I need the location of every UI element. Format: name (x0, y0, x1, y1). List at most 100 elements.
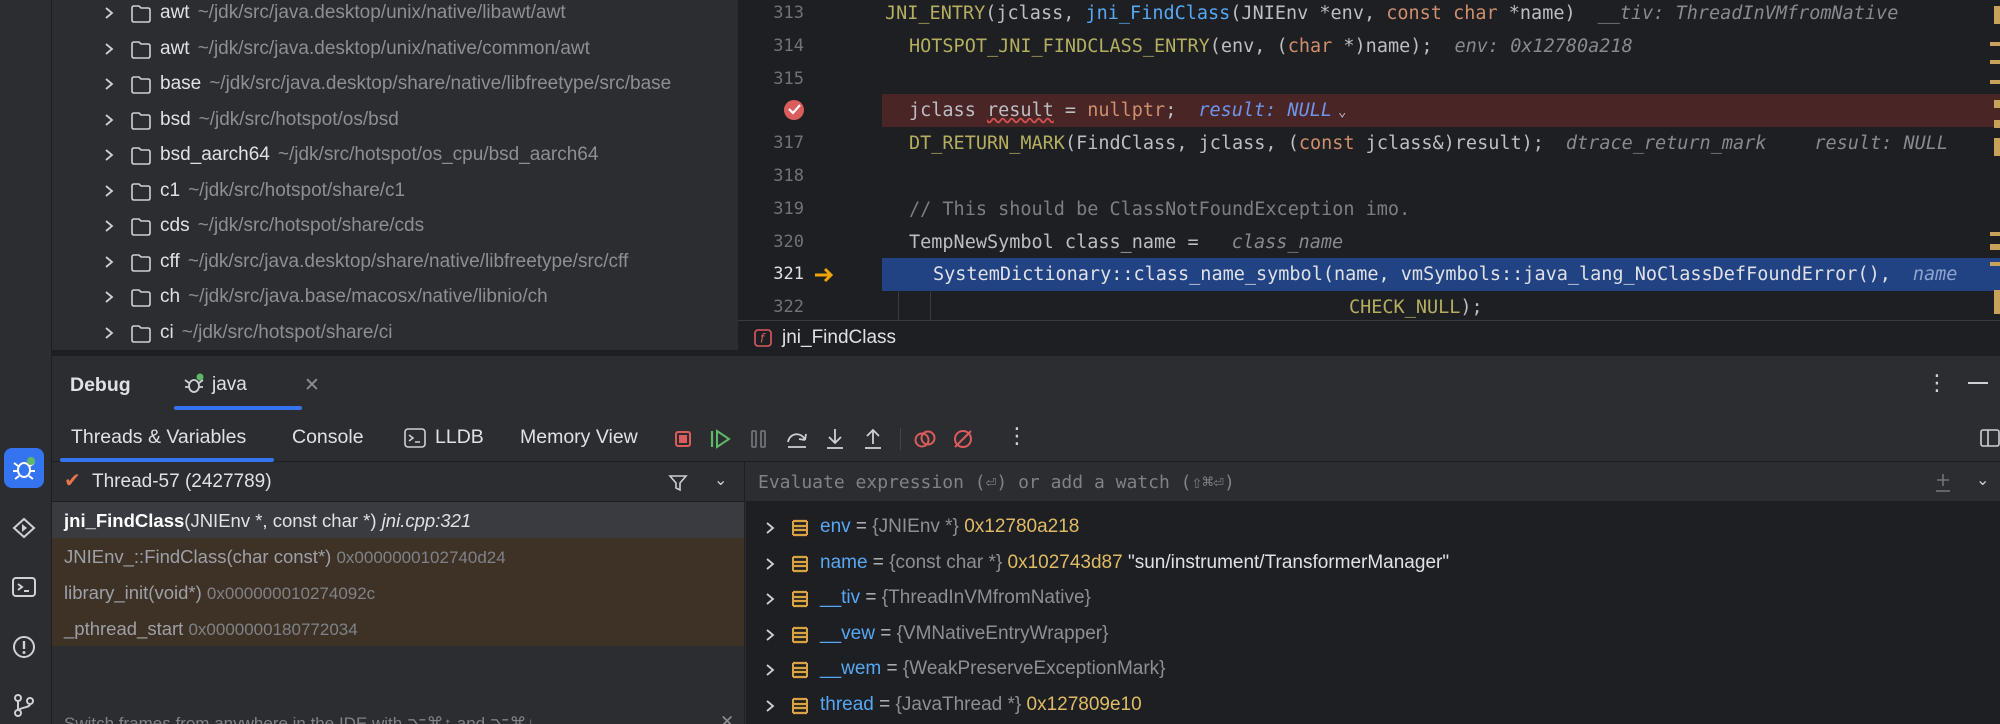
tree-item-name: ch (160, 286, 181, 307)
more-icon[interactable]: ⋮ (1006, 423, 1028, 449)
chevron-right-icon[interactable] (102, 218, 116, 234)
code-text: DT_RETURN_MARK(FindClass, jclass, (const… (909, 133, 1949, 154)
code-line-317[interactable]: 317 DT_RETURN_MARK(FindClass, jclass, (c… (738, 127, 2000, 160)
tree-row[interactable]: awt ~/jdk/src/java.desktop/unix/native/co… (52, 32, 738, 67)
exec-gutter: 321 (738, 258, 882, 291)
chevron-down-icon[interactable]: ⌄ (714, 470, 727, 490)
bug-icon (13, 457, 35, 480)
problems-tool-button[interactable] (4, 627, 44, 667)
chevron-right-icon[interactable] (102, 289, 116, 305)
breakpoint-icon[interactable] (782, 98, 806, 122)
tree-item-name: ci (160, 321, 174, 343)
chevron-right-icon[interactable] (102, 147, 116, 163)
tree-row[interactable]: ci ~/jdk/src/hotspot/share/ci (52, 316, 738, 351)
chevron-right-icon[interactable] (764, 662, 776, 678)
frame-row[interactable]: library_init(void*) 0x000000010274092c (52, 574, 744, 610)
variable-value: 0x12780a218 (964, 516, 1080, 537)
variable-type: {JavaThread *} (895, 693, 1022, 715)
step-out-icon[interactable] (860, 426, 886, 452)
tree-item-path: ~/jdk/src/hotspot/share/ci (181, 321, 393, 343)
close-icon[interactable]: ✕ (720, 712, 734, 724)
run-tool-button[interactable] (4, 508, 44, 548)
tool-window-strip (0, 0, 52, 724)
frame-row-selected[interactable]: jni_FindClass(JNIEnv *, const char *) jn… (52, 502, 744, 538)
variable-row[interactable]: __tiv = {ThreadInVMfromNative} (746, 580, 2000, 616)
step-over-icon[interactable] (784, 426, 810, 452)
tree-row[interactable]: bsd_aarch64 ~/jdk/src/hotspot/os_cpu/bsd_… (52, 138, 738, 173)
thread-name: Thread-57 (2427789) (92, 471, 272, 492)
stop-icon[interactable] (670, 426, 696, 452)
code-line-319[interactable]: 319 // This should be ClassNotFoundExcep… (738, 193, 2000, 226)
code-line-321-execution-point[interactable]: SystemDictionary::class_name_symbol(name… (882, 258, 2000, 291)
minimize-icon[interactable] (1968, 382, 1988, 384)
chevron-right-icon[interactable] (764, 627, 776, 643)
resume-icon[interactable] (708, 426, 734, 452)
frame-row[interactable]: _pthread_start 0x0000000180772034 (52, 610, 744, 646)
mute-breakpoints-icon[interactable] (950, 426, 976, 452)
chevron-right-icon[interactable] (102, 112, 116, 128)
layout-icon[interactable] (1980, 428, 2000, 448)
chevron-right-icon[interactable] (102, 325, 116, 341)
code-line-315[interactable]: 315 (738, 63, 2000, 96)
variable-row[interactable]: __vew = {VMNativeEntryWrapper} (746, 616, 2000, 652)
frame-row[interactable]: JNIEnv_::FindClass(char const*) 0x000000… (52, 538, 744, 574)
variable-name: thread (820, 693, 874, 715)
frames-pane: ✔ Thread-57 (2427789) ⌄ jni_FindClass(JN… (52, 462, 745, 724)
chevron-right-icon[interactable] (102, 41, 116, 57)
session-tab-java[interactable]: java ✕ (172, 366, 336, 411)
scrollbar-markers[interactable] (1986, 0, 2000, 320)
code-line-313[interactable]: 313 JNI_ENTRY(jclass, jni_FindClass(JNIE… (738, 0, 2000, 30)
view-breakpoints-icon[interactable] (912, 426, 938, 452)
chevron-right-icon[interactable] (102, 76, 116, 92)
code-line-316-breakpoint[interactable]: jclass result = nullptr; result: NULL ⌄ (882, 94, 2000, 127)
chevron-right-icon[interactable] (102, 183, 116, 199)
tree-row[interactable]: base ~/jdk/src/java.desktop/share/native/… (52, 67, 738, 102)
breadcrumb-function[interactable]: jni_FindClass (782, 327, 896, 349)
code-line-320[interactable]: 320 TempNewSymbol class_name = class_nam… (738, 226, 2000, 259)
tab-memory-view[interactable]: Memory View (520, 426, 638, 449)
bug-icon (184, 373, 204, 393)
variable-row[interactable]: env = {JNIEnv *} 0x12780a218 (746, 509, 2000, 545)
pause-icon[interactable] (746, 426, 772, 452)
close-icon[interactable]: ✕ (304, 374, 320, 397)
chevron-right-icon[interactable] (764, 698, 776, 714)
code-line-318[interactable]: 318 (738, 160, 2000, 193)
more-icon[interactable]: ⋮ (1926, 370, 1948, 396)
watch-icon[interactable] (1932, 472, 1954, 494)
code-line-314[interactable]: 314 HOTSPOT_JNI_FINDCLASS_ENTRY(env, (ch… (738, 30, 2000, 63)
line-number: 317 (773, 133, 804, 153)
tree-row[interactable]: awt ~/jdk/src/java.desktop/unix/native/li… (52, 0, 738, 31)
debug-tool-button[interactable] (4, 448, 44, 488)
variable-row[interactable]: thread = {JavaThread *} 0x127809e10 (746, 687, 2000, 723)
chevron-right-icon[interactable] (102, 254, 116, 270)
tree-row[interactable]: ch ~/jdk/src/java.base/macosx/native/libn… (52, 280, 738, 315)
terminal-tool-button[interactable] (4, 567, 44, 607)
tree-row[interactable]: cff ~/jdk/src/java.desktop/share/native/l… (52, 245, 738, 280)
variable-name: name (820, 551, 868, 573)
chevron-right-icon[interactable] (764, 591, 776, 607)
editor-breadcrumb[interactable]: f jni_FindClass (738, 320, 2000, 355)
variable-type: {ThreadInVMfromNative} (881, 587, 1091, 608)
chevron-right-icon[interactable] (764, 520, 776, 536)
tab-lldb[interactable]: LLDB (435, 426, 484, 449)
tab-threads-variables[interactable]: Threads & Variables (71, 426, 246, 449)
tab-console[interactable]: Console (292, 426, 364, 449)
chevron-right-icon[interactable] (764, 556, 776, 572)
tree-row[interactable]: bsd ~/jdk/src/hotspot/os/bsd (52, 103, 738, 138)
terminal-icon (404, 428, 426, 448)
code-editor[interactable]: 313 JNI_ENTRY(jclass, jni_FindClass(JNIE… (738, 0, 2000, 355)
filter-icon[interactable] (668, 473, 688, 493)
variable-row[interactable]: name = {const char *} 0x102743d87 "sun/i… (746, 545, 2000, 581)
step-into-icon[interactable] (822, 426, 848, 452)
folder-icon (131, 5, 151, 23)
tree-row[interactable]: c1 ~/jdk/src/hotspot/share/c1 (52, 174, 738, 209)
chevron-down-icon[interactable]: ⌄ (1976, 470, 1989, 490)
chevron-right-icon[interactable] (102, 5, 116, 21)
tree-row[interactable]: cds ~/jdk/src/hotspot/share/cds (52, 209, 738, 244)
git-tool-button[interactable] (4, 685, 44, 724)
tree-item-path: ~/jdk/src/hotspot/share/c1 (188, 179, 406, 201)
problems-icon (13, 636, 35, 658)
variable-row[interactable]: __wem = {WeakPreserveExceptionMark} (746, 651, 2000, 687)
thread-selector[interactable]: ✔ Thread-57 (2427789) ⌄ (52, 462, 744, 502)
evaluate-expression-field[interactable]: Evaluate expression (⏎) or add a watch (… (746, 462, 2000, 502)
